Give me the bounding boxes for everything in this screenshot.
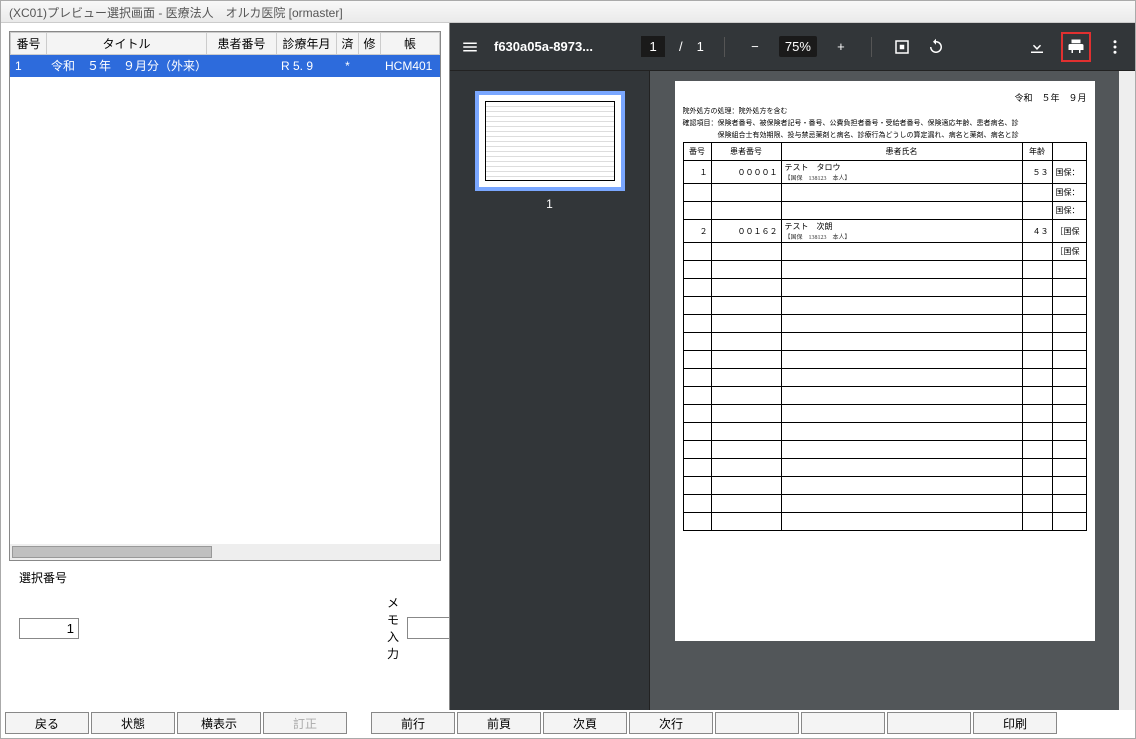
- doc-row: [683, 279, 1086, 297]
- thumbnail-label: 1: [546, 197, 553, 211]
- doc-row: １００００１テスト タロウ【国保 138123 本人】５３国保：: [683, 161, 1086, 184]
- dcol-no: 番号: [683, 143, 711, 161]
- thumbnail-pane: 1: [450, 71, 650, 710]
- empty-button-2[interactable]: [801, 712, 885, 734]
- col-patientno: 患者番号: [207, 33, 277, 55]
- doc-row: [683, 405, 1086, 423]
- back-button[interactable]: 戻る: [5, 712, 89, 734]
- cell-ym: R 5. 9: [277, 55, 337, 77]
- pdf-filename: f630a05a-8973...: [494, 39, 593, 54]
- pdf-page: 令和 ５年 ９月 院外処方の処理：院外処方を含む 確認項目：保険者番号、被保険者…: [675, 81, 1095, 641]
- cell-set: *: [337, 55, 359, 77]
- cell-no: 1: [11, 55, 47, 77]
- preview-list[interactable]: 番号 タイトル 患者番号 診療年月 済 修 帳 1 令和 ５年 ９月分（外来）: [9, 31, 441, 561]
- dcol-pno: 患者番号: [711, 143, 781, 161]
- doc-row: [683, 459, 1086, 477]
- prevrow-button[interactable]: 前行: [371, 712, 455, 734]
- doc-row: 国保：: [683, 184, 1086, 202]
- doc-row: 国保：: [683, 202, 1086, 220]
- doc-row: [683, 333, 1086, 351]
- col-edit: 修: [359, 33, 381, 55]
- document-pane[interactable]: 令和 ５年 ９月 院外処方の処理：院外処方を含む 確認項目：保険者番号、被保険者…: [650, 71, 1119, 710]
- correct-button[interactable]: 訂正: [263, 712, 347, 734]
- doc-vscroll[interactable]: [1119, 71, 1135, 710]
- doc-row: [683, 513, 1086, 531]
- pdf-toolbar: f630a05a-8973... / 1 − 75% +: [450, 23, 1135, 71]
- doc-row: ［国保: [683, 243, 1086, 261]
- cell-title: 令和 ５年 ９月分（外来）: [47, 55, 207, 77]
- doc-row: [683, 315, 1086, 333]
- more-icon[interactable]: [1105, 37, 1125, 57]
- select-no-input[interactable]: [19, 618, 79, 639]
- doc-row: [683, 387, 1086, 405]
- thumbnail-1[interactable]: [475, 91, 625, 191]
- nextpage-button[interactable]: 次頁: [543, 712, 627, 734]
- status-button[interactable]: 状態: [91, 712, 175, 734]
- dcol-name: 患者氏名: [781, 143, 1022, 161]
- zoom-out-icon[interactable]: −: [745, 37, 765, 57]
- horiz-button[interactable]: 横表示: [177, 712, 261, 734]
- doc-note3: 保険組合士有効期限、投与禁忌薬剤と病名、診療行為どうしの算定漏れ、病名と薬剤、病…: [683, 130, 1087, 140]
- prevpage-button[interactable]: 前頁: [457, 712, 541, 734]
- cell-pno: [207, 55, 277, 77]
- menu-icon[interactable]: [460, 37, 480, 57]
- print-button[interactable]: 印刷: [973, 712, 1057, 734]
- col-title: タイトル: [47, 33, 207, 55]
- doc-note1: 院外処方の処理：院外処方を含む: [683, 106, 1087, 116]
- doc-row: [683, 369, 1086, 387]
- doc-row: [683, 477, 1086, 495]
- doc-row: [683, 441, 1086, 459]
- page-sep: /: [679, 39, 683, 54]
- doc-row: ２００１６２テスト 次朗【国保 138123 本人】４３［国保: [683, 220, 1086, 243]
- col-form: 帳: [381, 33, 440, 55]
- empty-button-3[interactable]: [887, 712, 971, 734]
- dcol-age: 年齢: [1022, 143, 1052, 161]
- col-settled: 済: [337, 33, 359, 55]
- print-icon[interactable]: [1066, 37, 1086, 57]
- memo-label: メモ入力: [387, 594, 399, 662]
- rotate-icon[interactable]: [926, 37, 946, 57]
- cell-edit: [359, 55, 381, 77]
- window-title: (XC01)プレビュー選択画面 - 医療法人 オルカ医院 [ormaster]: [1, 1, 1135, 23]
- empty-button-1[interactable]: [715, 712, 799, 734]
- print-highlight: [1061, 32, 1091, 62]
- list-row[interactable]: 1 令和 ５年 ９月分（外来） R 5. 9 * HCM401: [11, 55, 440, 77]
- col-no: 番号: [11, 33, 47, 55]
- doc-row: [683, 495, 1086, 513]
- doc-note2: 確認項目：保険者番号、被保険者記号・番号、公費負担者番号・受給者番号、保険適応年…: [683, 118, 1087, 128]
- doc-row: [683, 423, 1086, 441]
- doc-row: [683, 297, 1086, 315]
- cell-form: HCM401: [381, 55, 440, 77]
- bottom-buttons: 戻る 状態 横表示 訂正 前行 前頁 次頁 次行 印刷: [1, 710, 1135, 738]
- doc-date: 令和 ５年 ９月: [683, 91, 1087, 104]
- zoom-value[interactable]: 75%: [779, 36, 817, 57]
- fit-page-icon[interactable]: [892, 37, 912, 57]
- nextrow-button[interactable]: 次行: [629, 712, 713, 734]
- list-hscroll[interactable]: [10, 544, 440, 560]
- doc-row: [683, 351, 1086, 369]
- select-no-label: 選択番号: [19, 569, 67, 586]
- download-icon[interactable]: [1027, 37, 1047, 57]
- doc-row: [683, 261, 1086, 279]
- page-total: 1: [697, 39, 704, 54]
- page-current-input[interactable]: [641, 36, 665, 57]
- zoom-in-icon[interactable]: +: [831, 37, 851, 57]
- col-ym: 診療年月: [277, 33, 337, 55]
- dcol-ins: [1052, 143, 1086, 161]
